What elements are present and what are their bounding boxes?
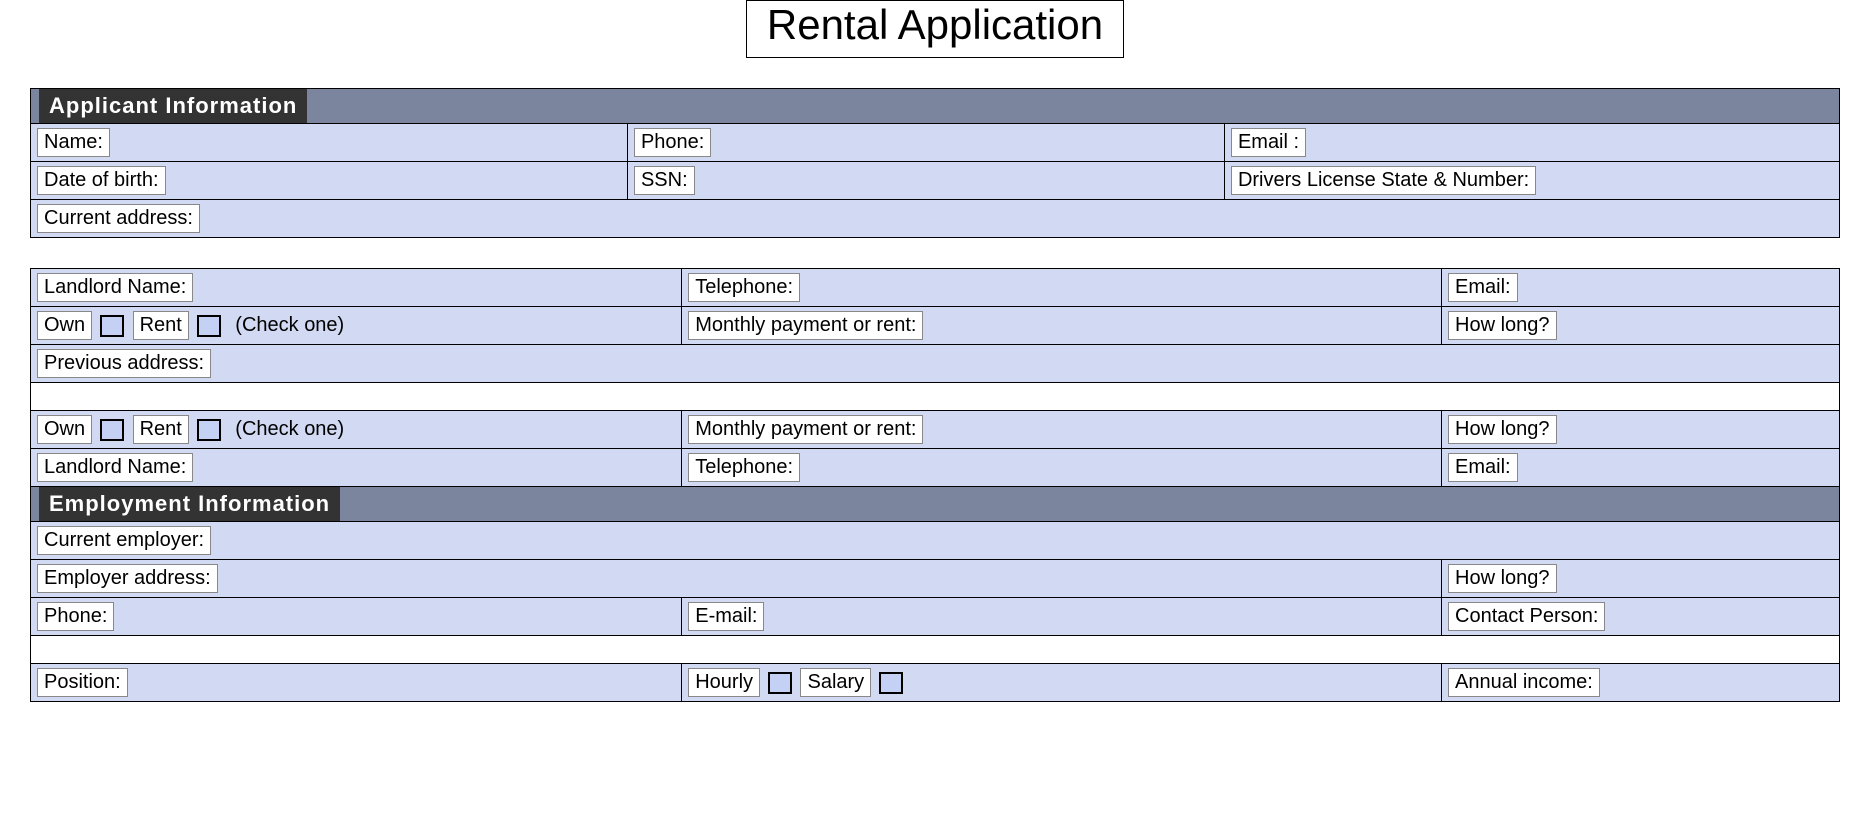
how-long-input[interactable] xyxy=(1565,314,1625,338)
check-one-label-2: (Check one) xyxy=(229,416,350,443)
position-label: Position: xyxy=(37,668,128,697)
landlord-name-input[interactable] xyxy=(202,276,262,300)
own-checkbox-2[interactable] xyxy=(100,419,124,441)
landlord-name-label-2: Landlord Name: xyxy=(37,453,193,482)
employer-address-input[interactable] xyxy=(226,567,286,591)
ssn-input[interactable] xyxy=(703,169,763,193)
monthly-payment-label: Monthly payment or rent: xyxy=(688,311,923,340)
rent-label: Rent xyxy=(133,311,189,340)
applicant-header: Applicant Information xyxy=(39,89,307,123)
contact-person-input[interactable] xyxy=(1614,605,1674,629)
dl-label: Drivers License State & Number: xyxy=(1231,166,1536,195)
previous-address-input[interactable] xyxy=(220,352,280,376)
current-address-label: Current address: xyxy=(37,204,200,233)
rent-checkbox[interactable] xyxy=(197,315,221,337)
monthly-payment-input-2[interactable] xyxy=(932,418,992,442)
employer-how-long-input[interactable] xyxy=(1565,567,1625,591)
email2-input[interactable] xyxy=(1526,276,1586,300)
contact-person-label: Contact Person: xyxy=(1448,602,1605,631)
own-label-2: Own xyxy=(37,415,92,444)
telephone-label: Telephone: xyxy=(688,273,800,302)
how-long-label: How long? xyxy=(1448,311,1557,340)
current-employer-label: Current employer: xyxy=(37,526,211,555)
annual-income-label: Annual income: xyxy=(1448,668,1600,697)
rent-checkbox-2[interactable] xyxy=(197,419,221,441)
phone-label: Phone: xyxy=(634,128,711,157)
own-checkbox[interactable] xyxy=(100,315,124,337)
name-input[interactable] xyxy=(118,131,178,155)
previous-address-label: Previous address: xyxy=(37,349,211,378)
email-input-2[interactable] xyxy=(1526,456,1586,480)
employer-email-input[interactable] xyxy=(773,605,833,629)
page-title: Rental Application xyxy=(746,0,1124,58)
employer-how-long-label: How long? xyxy=(1448,564,1557,593)
residence-section: Landlord Name: Telephone: Email: Own Ren… xyxy=(30,268,1840,702)
salary-label: Salary xyxy=(800,668,871,697)
email-input[interactable] xyxy=(1315,131,1375,155)
telephone-label-2: Telephone: xyxy=(688,453,800,482)
position-input[interactable] xyxy=(136,671,196,695)
email-label: Email : xyxy=(1231,128,1306,157)
hourly-label: Hourly xyxy=(688,668,760,697)
name-label: Name: xyxy=(37,128,110,157)
monthly-payment-input[interactable] xyxy=(932,314,992,338)
landlord-name-label: Landlord Name: xyxy=(37,273,193,302)
how-long-label-2: How long? xyxy=(1448,415,1557,444)
dl-input[interactable] xyxy=(1545,169,1605,193)
current-address-input[interactable] xyxy=(208,207,268,231)
applicant-section: Applicant Information Name: Phone: Email… xyxy=(30,88,1840,238)
telephone-input-2[interactable] xyxy=(809,456,869,480)
hourly-checkbox[interactable] xyxy=(768,672,792,694)
phone-input[interactable] xyxy=(720,131,780,155)
landlord-name-input-2[interactable] xyxy=(202,456,262,480)
current-employer-input[interactable] xyxy=(220,529,280,553)
employment-header: Employment Information xyxy=(39,487,340,521)
employer-phone-input[interactable] xyxy=(123,605,183,629)
rent-label-2: Rent xyxy=(133,415,189,444)
annual-income-input[interactable] xyxy=(1608,671,1668,695)
email2-label: Email: xyxy=(1448,273,1518,302)
employer-email-label: E-mail: xyxy=(688,602,764,631)
ssn-label: SSN: xyxy=(634,166,695,195)
dob-label: Date of birth: xyxy=(37,166,166,195)
own-label: Own xyxy=(37,311,92,340)
check-one-label: (Check one) xyxy=(229,312,350,339)
salary-checkbox[interactable] xyxy=(879,672,903,694)
monthly-payment-label-2: Monthly payment or rent: xyxy=(688,415,923,444)
dob-input[interactable] xyxy=(174,169,234,193)
telephone-input[interactable] xyxy=(809,276,869,300)
employer-address-label: Employer address: xyxy=(37,564,218,593)
employer-phone-label: Phone: xyxy=(37,602,114,631)
email-label-2: Email: xyxy=(1448,453,1518,482)
how-long-input-2[interactable] xyxy=(1565,418,1625,442)
